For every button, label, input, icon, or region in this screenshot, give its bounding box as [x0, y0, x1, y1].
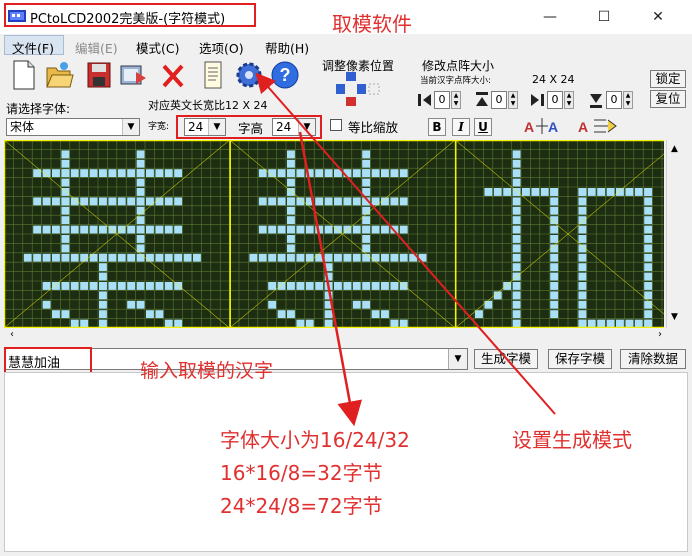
dot-right-value[interactable]: 0: [547, 91, 563, 109]
menu-mode[interactable]: 模式(C): [136, 38, 179, 57]
char-height-value: 24: [276, 120, 292, 134]
menu-edit[interactable]: 编辑(E): [75, 38, 118, 57]
export-icon[interactable]: [118, 58, 148, 92]
minimize-button[interactable]: —: [528, 4, 572, 30]
clear-data-button[interactable]: 清除数据: [620, 349, 686, 369]
annotation-mode-hint: 设置生成模式: [512, 428, 632, 452]
annotation-software: 取模软件: [332, 12, 412, 36]
shrink-bottom-icon[interactable]: [588, 92, 604, 108]
scroll-down-icon[interactable]: ▼: [671, 312, 678, 322]
shrink-top-icon[interactable]: [474, 92, 490, 108]
menu-options[interactable]: 选项(O): [199, 38, 244, 57]
menu-help[interactable]: 帮助(H): [265, 38, 309, 57]
underline-button[interactable]: U: [474, 118, 492, 136]
lock-button[interactable]: 锁定: [650, 70, 686, 88]
char-height-label: 字高: [238, 121, 264, 136]
svg-text:A: A: [578, 119, 588, 135]
chevron-down-icon: ▼: [298, 119, 315, 135]
title-highlight-box: [4, 3, 256, 27]
dot-right-spinner[interactable]: ▲ ▼: [564, 91, 574, 109]
save-button[interactable]: 保存字模: [548, 349, 612, 369]
dot-bottom-value[interactable]: 0: [606, 91, 622, 109]
shrink-right-icon[interactable]: [530, 92, 544, 108]
italic-button[interactable]: I: [452, 118, 470, 136]
dot-left-spinner[interactable]: ▲ ▼: [451, 91, 461, 109]
chevron-down-icon: ▼: [122, 119, 139, 135]
dot-top-value[interactable]: 0: [491, 91, 507, 109]
mirror-vertical-icon[interactable]: A: [576, 116, 620, 136]
current-size-value: 24 X 24: [532, 73, 575, 86]
font-select-value: 宋体: [10, 120, 35, 134]
scroll-right-icon[interactable]: ›: [658, 329, 662, 340]
open-folder-icon[interactable]: [44, 58, 74, 92]
scroll-left-icon[interactable]: ‹: [10, 329, 14, 340]
dot-bottom-spinner[interactable]: ▲ ▼: [623, 91, 633, 109]
dot-matrix-title: 修改点阵大小: [422, 59, 495, 73]
delete-x-icon[interactable]: [158, 58, 188, 92]
char-width-select[interactable]: 24 ▼: [184, 118, 226, 136]
dot-left-value[interactable]: 0: [434, 91, 450, 109]
bold-button[interactable]: B: [428, 118, 446, 136]
font-select[interactable]: 宋体 ▼: [6, 118, 140, 136]
proportional-scale-checkbox[interactable]: [330, 119, 342, 131]
annotation-size-line1: 字体大小为16/24/32: [220, 428, 410, 452]
svg-text:A: A: [548, 119, 558, 135]
maximize-button[interactable]: ☐: [582, 4, 626, 30]
chevron-down-icon[interactable]: ▼: [448, 349, 467, 369]
annotation-size-line2: 16*16/8=32字节: [220, 461, 383, 485]
annotation-input-hint: 输入取模的汉字: [140, 360, 274, 382]
scroll-up-icon[interactable]: ▲: [671, 144, 678, 154]
restore-button[interactable]: 复位: [650, 90, 686, 108]
svg-text:A: A: [524, 119, 534, 135]
gear-icon[interactable]: [234, 58, 264, 92]
font-pixel-grid[interactable]: [4, 140, 664, 328]
dot-top-spinner[interactable]: ▲ ▼: [508, 91, 518, 109]
font-select-label: 请选择字体:: [6, 102, 71, 116]
chevron-down-icon: ▼: [208, 119, 225, 135]
annotation-size-line3: 24*24/8=72字节: [220, 494, 383, 518]
save-disk-icon[interactable]: [84, 58, 114, 92]
menu-file[interactable]: 文件(F): [12, 38, 54, 57]
mirror-horizontal-icon[interactable]: A A: [522, 116, 566, 136]
svg-text:?: ?: [280, 65, 291, 85]
new-document-icon[interactable]: [8, 58, 38, 92]
close-button[interactable]: ✕: [636, 4, 680, 30]
char-width-value: 24: [188, 120, 204, 134]
ratio-label: 对应英文长宽比12 X 24: [148, 99, 268, 112]
vertical-scrollbar[interactable]: ▲ ▼: [666, 140, 688, 328]
char-width-label: 字宽:: [148, 122, 170, 132]
horizontal-scrollbar[interactable]: ‹ ›: [4, 328, 688, 344]
current-size-label: 当前汉字点阵大小:: [420, 76, 491, 86]
generate-button[interactable]: 生成字模: [474, 349, 538, 369]
notepad-icon[interactable]: [198, 58, 228, 92]
help-icon[interactable]: ?: [270, 58, 300, 92]
shrink-left-icon[interactable]: [418, 92, 432, 108]
char-height-select[interactable]: 24 ▼: [272, 118, 316, 136]
proportional-scale-label: 等比缩放: [348, 120, 399, 135]
pixel-shift-arrows-icon[interactable]: [336, 72, 380, 112]
